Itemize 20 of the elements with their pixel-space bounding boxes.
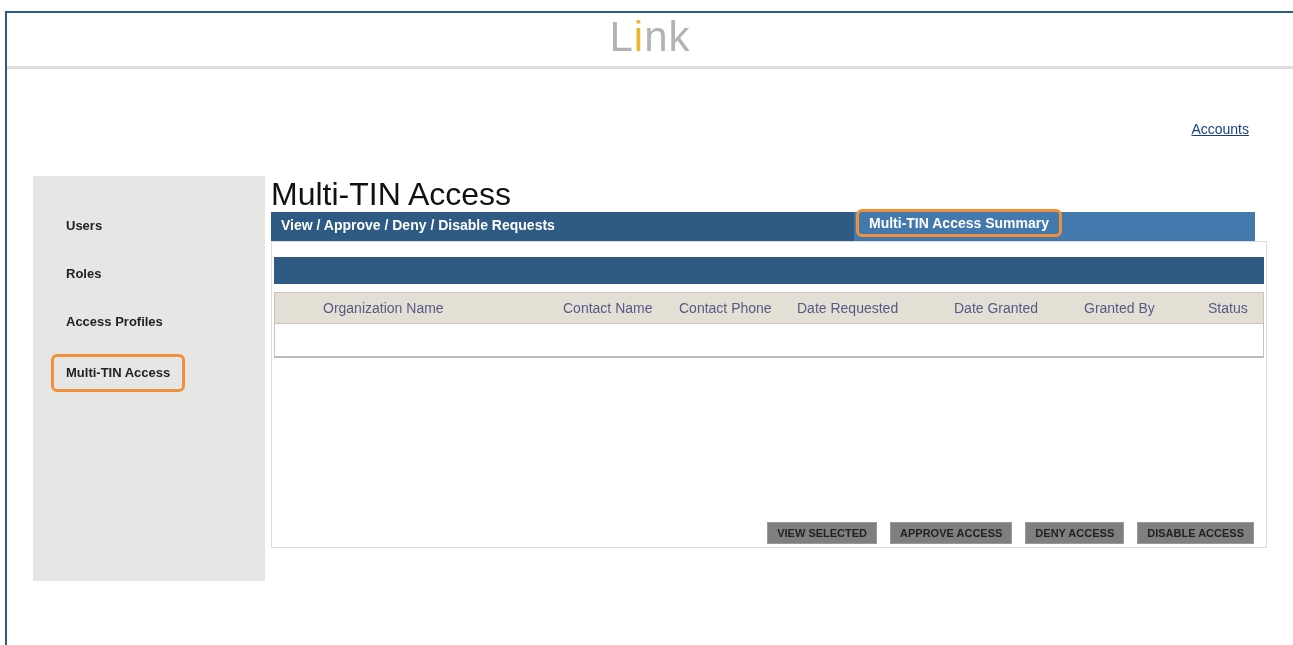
column-header: Date Granted <box>954 300 1040 316</box>
action-button[interactable]: DENY ACCESS <box>1025 522 1125 544</box>
sidebar-item[interactable]: Multi-TIN Access <box>51 354 186 392</box>
column-header: Contact Phone <box>679 300 773 316</box>
action-button[interactable]: VIEW SELECTED <box>767 522 878 544</box>
sidebar-item[interactable]: Users <box>51 210 118 250</box>
column-header: Granted By <box>1084 300 1156 316</box>
column-header: Date Requested <box>797 300 900 316</box>
accounts-link[interactable]: Accounts <box>1191 121 1249 137</box>
column-header: Organization Name <box>323 300 445 316</box>
tab[interactable]: View / Approve / Deny / Disable Requests <box>271 212 854 241</box>
column-header: Contact Name <box>563 300 654 316</box>
action-button[interactable]: APPROVE ACCESS <box>890 522 1013 544</box>
sidebar-item[interactable]: Roles <box>51 258 117 298</box>
action-button[interactable]: DISABLE ACCESS <box>1137 522 1254 544</box>
page-title: Multi-TIN Access <box>271 176 513 212</box>
sidebar-item[interactable]: Access Profiles <box>51 306 178 346</box>
link-logo: Link <box>609 13 691 61</box>
column-header: Status <box>1208 300 1249 316</box>
tab[interactable]: Multi-TIN Access Summary <box>854 212 1255 241</box>
